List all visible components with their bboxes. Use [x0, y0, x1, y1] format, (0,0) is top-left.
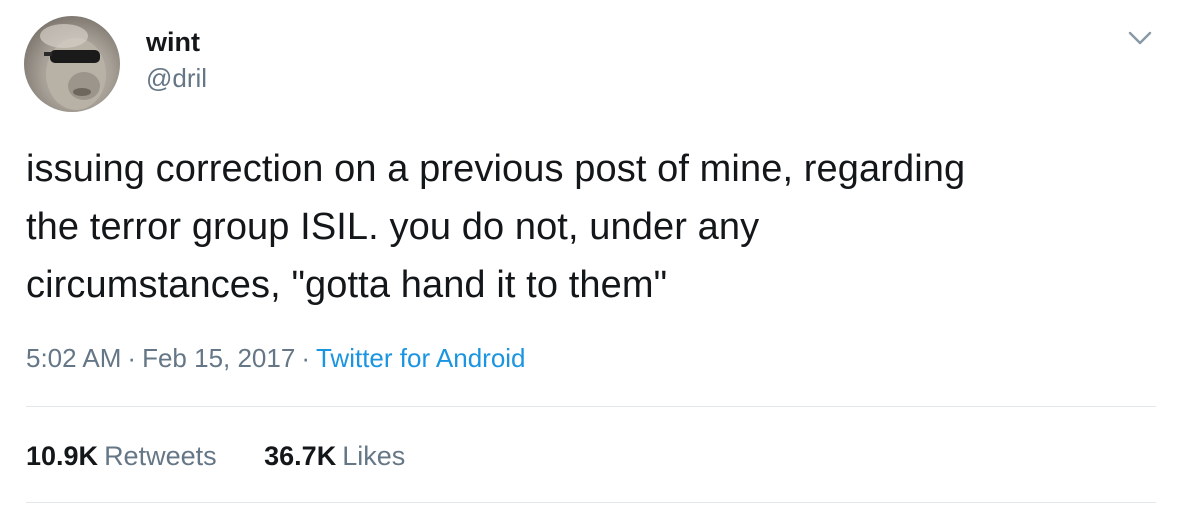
- retweets-label: Retweets: [104, 441, 217, 471]
- avatar-image: [40, 24, 106, 110]
- retweets-count: 10.9K: [26, 441, 99, 471]
- separator: ·: [127, 343, 137, 373]
- user-handle[interactable]: @dril: [146, 62, 207, 94]
- divider: [26, 502, 1156, 503]
- likes-label: Likes: [342, 441, 406, 471]
- tweet-card: wint @dril issuing correction on a previ…: [0, 0, 1200, 509]
- tweet-source-link[interactable]: Twitter for Android: [316, 343, 526, 373]
- tweet-text-line: issuing correction on a previous post of…: [26, 148, 966, 190]
- avatar[interactable]: [24, 16, 120, 112]
- tweet-text-line: the terror group ISIL. you do not, under…: [26, 206, 760, 248]
- likes-count: 36.7K: [264, 441, 337, 471]
- tweet-time[interactable]: 5:02 AM: [26, 343, 121, 373]
- retweets-stat[interactable]: 10.9K Retweets: [26, 436, 217, 476]
- chevron-down-icon[interactable]: [1124, 24, 1156, 52]
- tweet-text-line: circumstances, "gotta hand it to them": [26, 264, 668, 306]
- separator: ·: [301, 343, 310, 373]
- display-name[interactable]: wint: [146, 26, 200, 58]
- tweet-metadata: 5:02 AM · Feb 15, 2017 · Twitter for Android: [26, 338, 526, 378]
- tweet-date[interactable]: Feb 15, 2017: [142, 343, 295, 373]
- tweet-text: issuing correction on a previous post of…: [26, 140, 1166, 314]
- divider: [26, 406, 1156, 407]
- likes-stat[interactable]: 36.7K Likes: [264, 436, 405, 476]
- tweet-stats: 10.9K Retweets 36.7K Likes: [26, 436, 445, 476]
